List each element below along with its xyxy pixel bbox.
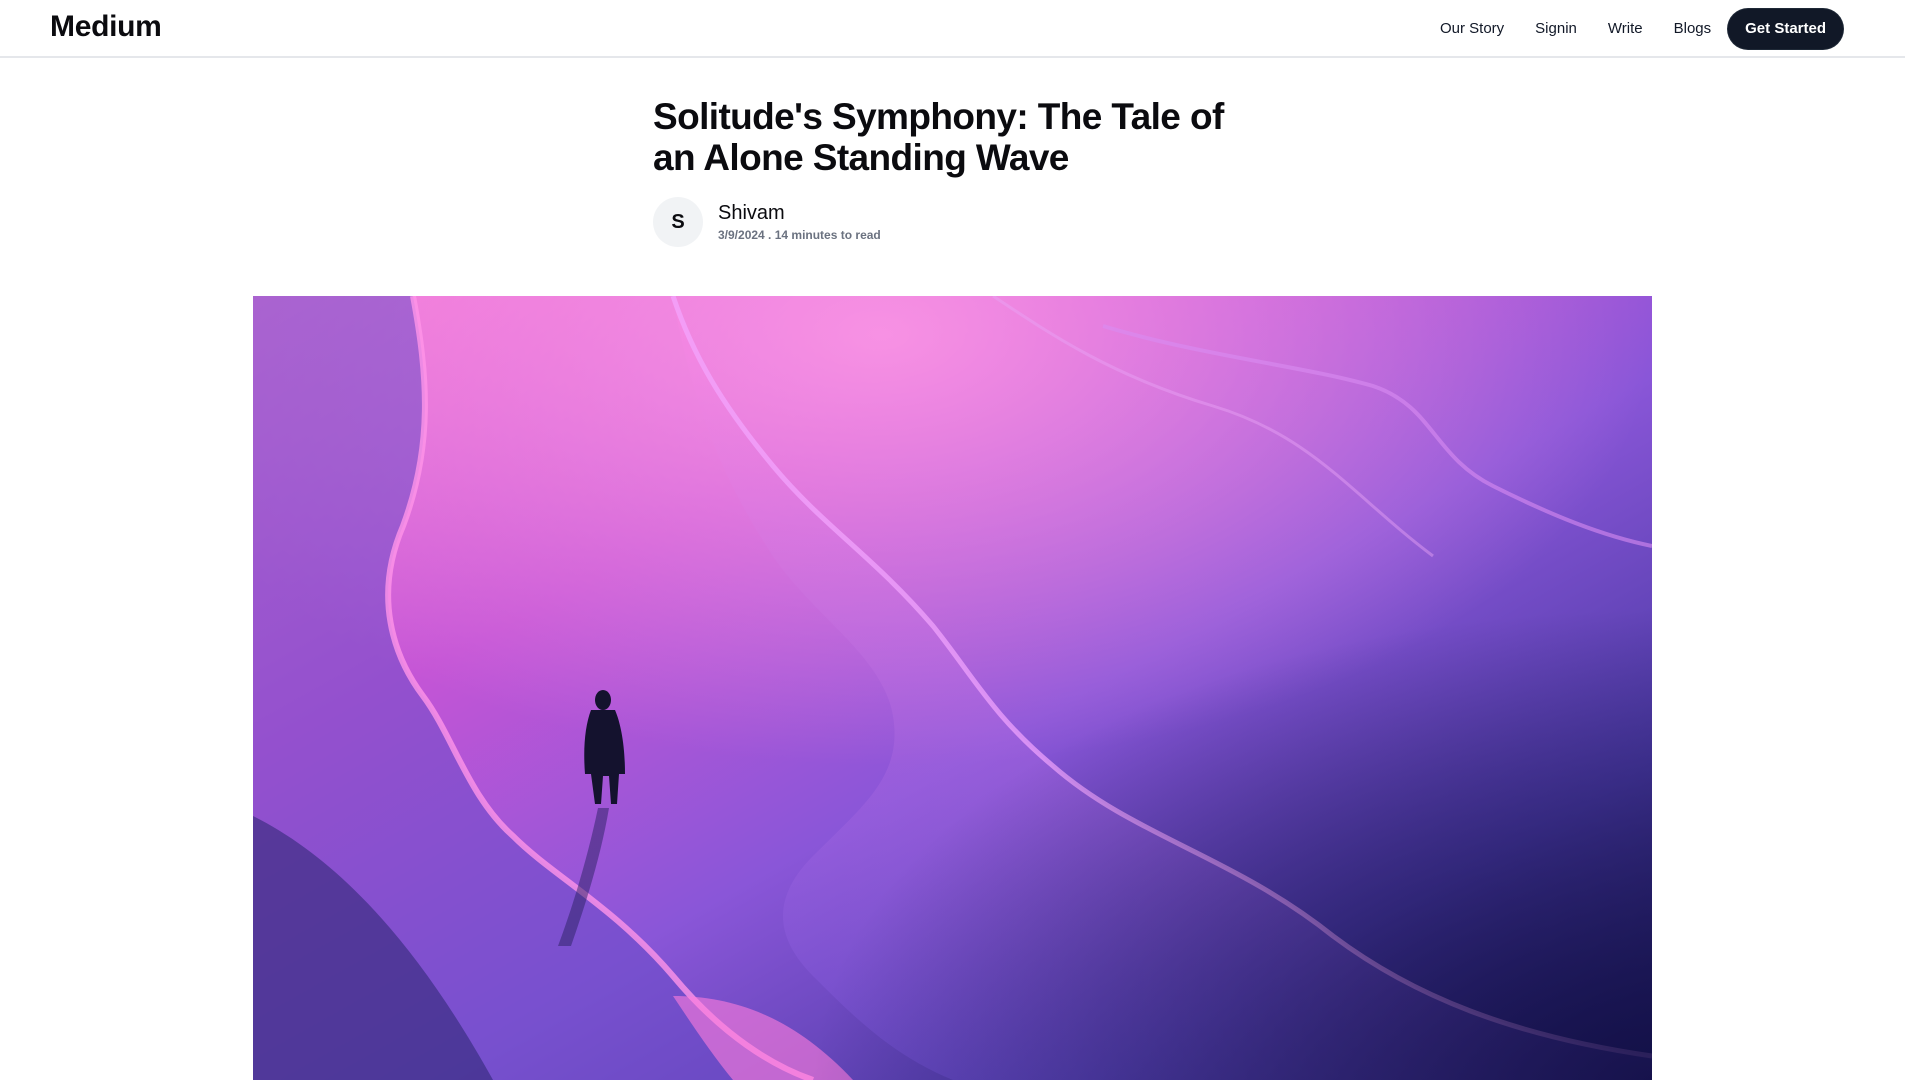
brand-logo[interactable]: Medium [50, 10, 162, 44]
top-navbar: Medium Our Story Signin Write Blogs Get … [0, 0, 1905, 58]
article-header: Solitude's Symphony: The Tale of an Alon… [653, 96, 1273, 247]
hero-bottom-shadow [253, 296, 1652, 1080]
article-title: Solitude's Symphony: The Tale of an Alon… [653, 96, 1224, 178]
author-name[interactable]: Shivam [718, 202, 881, 224]
nav-link-write[interactable]: Write [1608, 9, 1643, 49]
author-avatar[interactable]: S [653, 197, 703, 247]
post-date-read-time: 3/9/2024 . 14 minutes to read [718, 228, 881, 242]
nav-link-blogs[interactable]: Blogs [1674, 9, 1712, 49]
nav-link-our-story[interactable]: Our Story [1440, 9, 1504, 49]
author-row: S Shivam 3/9/2024 . 14 minutes to read [653, 197, 1273, 247]
author-meta: Shivam 3/9/2024 . 14 minutes to read [718, 202, 881, 242]
nav-link-signin[interactable]: Signin [1535, 9, 1577, 49]
hero-image [253, 296, 1652, 1080]
nav-links: Our Story Signin Write Blogs Get Started [1440, 9, 1843, 49]
get-started-button[interactable]: Get Started [1728, 9, 1843, 49]
hero-illustration [253, 296, 1652, 1080]
